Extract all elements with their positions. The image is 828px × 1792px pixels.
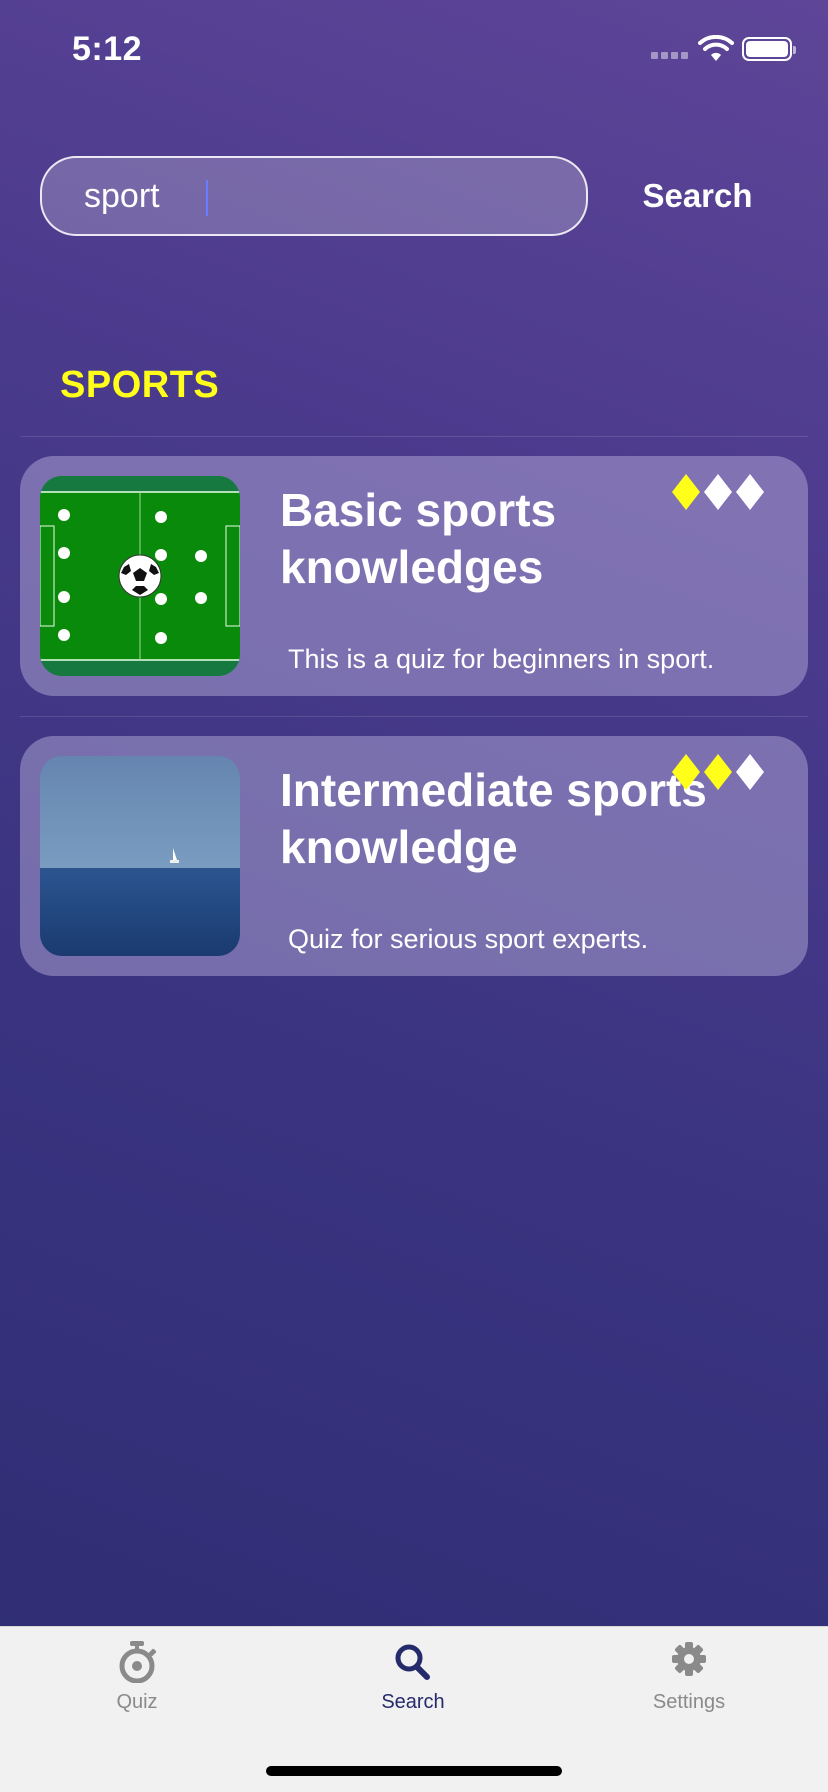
tab-label: Search bbox=[381, 1691, 445, 1713]
difficulty-rating bbox=[672, 754, 764, 790]
stopwatch-icon bbox=[119, 1641, 157, 1683]
gear-icon bbox=[672, 1642, 706, 1676]
home-indicator bbox=[266, 1766, 562, 1776]
difficulty-rating bbox=[672, 474, 764, 510]
wifi-icon bbox=[698, 35, 734, 61]
diamond-icon bbox=[704, 754, 732, 790]
quiz-card[interactable]: Basic sports knowledges This is a quiz f… bbox=[20, 456, 808, 696]
tab-label: Settings bbox=[652, 1691, 726, 1713]
diamond-icon bbox=[672, 474, 700, 510]
tab-label: Quiz bbox=[116, 1691, 158, 1713]
quiz-title: Basic sports knowledges bbox=[280, 484, 557, 593]
sailboat-sea-image bbox=[40, 756, 240, 956]
battery-icon bbox=[742, 37, 796, 61]
tab-search[interactable]: Search bbox=[313, 1641, 513, 1737]
tab-settings[interactable]: Settings bbox=[589, 1641, 789, 1737]
cellular-signal-icon bbox=[651, 52, 688, 59]
divider bbox=[20, 436, 808, 437]
status-bar: 5:12 bbox=[0, 0, 828, 100]
quiz-description: Quiz for serious sport experts. bbox=[288, 924, 649, 954]
search-field[interactable] bbox=[40, 156, 588, 236]
status-time: 5:12 bbox=[72, 30, 143, 68]
divider bbox=[20, 716, 808, 717]
search-icon bbox=[395, 1644, 430, 1680]
diamond-icon bbox=[672, 754, 700, 790]
diamond-icon bbox=[736, 754, 764, 790]
soccer-field-image bbox=[40, 476, 240, 676]
quiz-card[interactable]: Intermediate sports knowledge Quiz for s… bbox=[20, 736, 808, 976]
diamond-icon bbox=[736, 474, 764, 510]
section-title: SPORTS bbox=[60, 364, 220, 406]
search-input[interactable] bbox=[84, 176, 586, 216]
search-button[interactable]: Search bbox=[620, 170, 775, 222]
text-caret bbox=[206, 180, 208, 216]
quiz-title: Intermediate sports knowledge bbox=[280, 764, 707, 873]
tab-quiz[interactable]: Quiz bbox=[37, 1641, 237, 1737]
diamond-icon bbox=[704, 474, 732, 510]
quiz-description: This is a quiz for beginners in sport. bbox=[288, 644, 715, 674]
